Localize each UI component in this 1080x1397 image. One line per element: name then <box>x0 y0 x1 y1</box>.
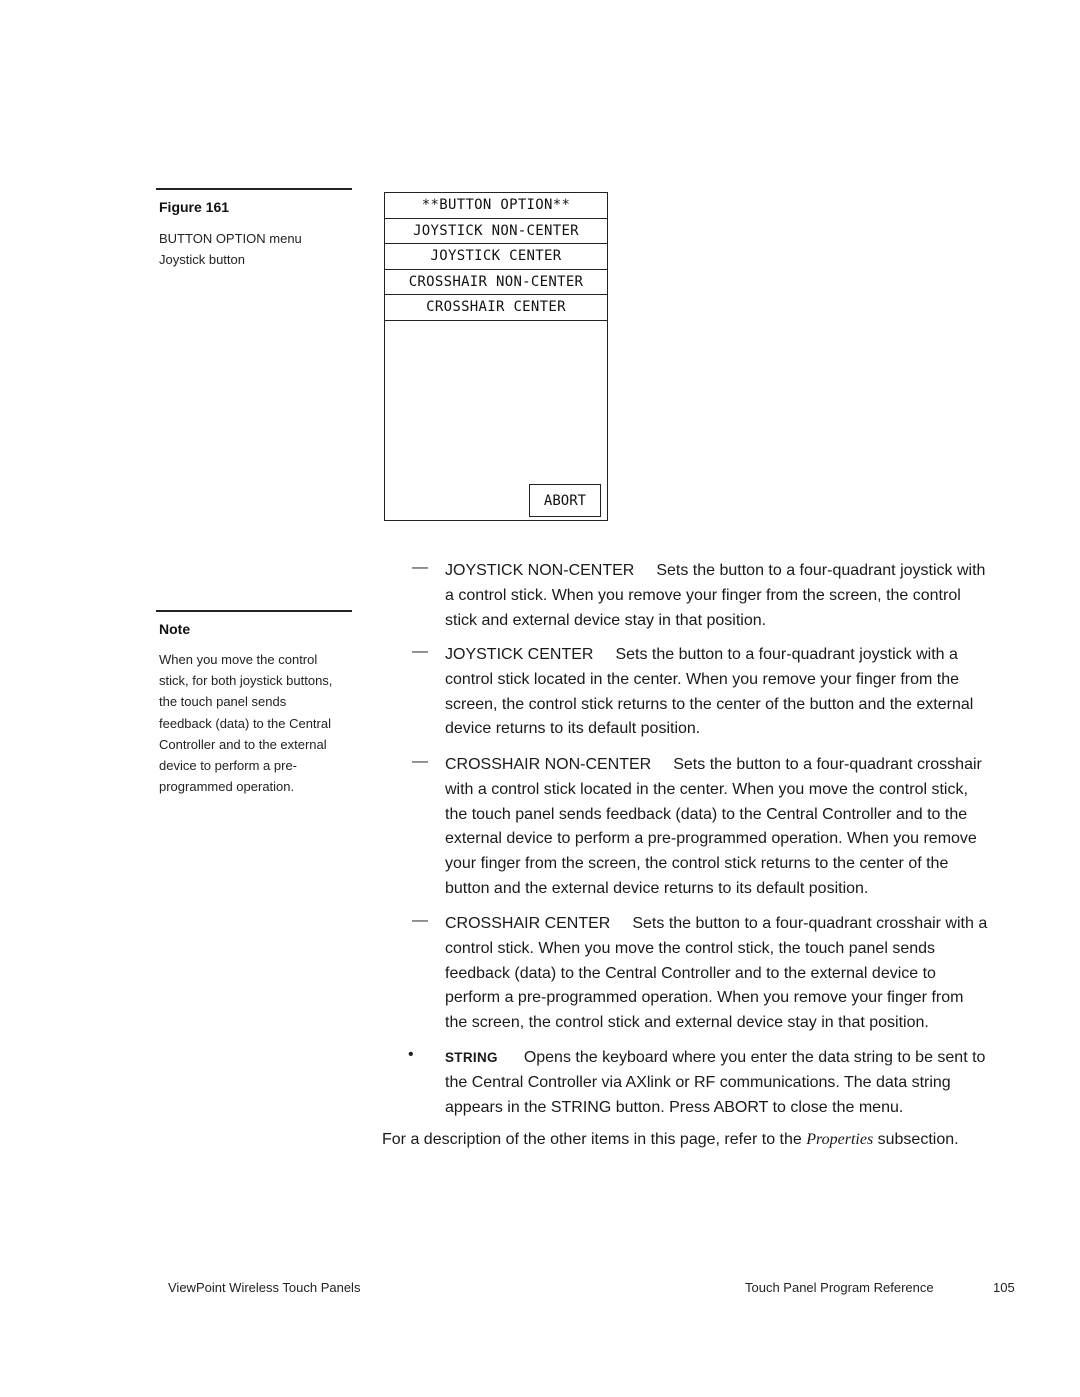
entry-crosshair-non-center: CROSSHAIR NON-CENTER Sets the button to a… <box>445 753 1030 902</box>
entry-line: appears in the STRING button. Press ABOR… <box>445 1098 904 1116</box>
figure-caption-line: BUTTON OPTION menu <box>159 231 302 246</box>
figure-rule <box>156 188 352 190</box>
figure-caption: BUTTON OPTION menu Joystick button <box>159 228 354 270</box>
note-heading: Note <box>159 621 191 637</box>
footer-right: Touch Panel Program Reference <box>745 1280 934 1295</box>
entry-line: control stick located in the center. Whe… <box>445 670 960 688</box>
entry-line: the touch panel sends feedback (data) to… <box>445 805 968 823</box>
dash-marker: — <box>412 559 428 576</box>
page-number: 105 <box>993 1280 1015 1295</box>
crosshair-non-center-button[interactable]: CROSSHAIR NON-CENTER <box>385 270 607 295</box>
entry-line: Sets the button to a four-quadrant cross… <box>632 915 988 932</box>
entry-line: the screen, the control stick and extern… <box>445 1014 929 1032</box>
entry-line: control stick. When you move the control… <box>445 939 936 957</box>
joystick-center-button[interactable]: JOYSTICK CENTER <box>385 244 607 270</box>
entry-line: button and the external device returns t… <box>445 879 869 897</box>
entry-line: a control stick. When you remove your fi… <box>445 586 961 604</box>
entry-line: feedback (data) to the Central Controlle… <box>445 964 936 982</box>
dash-marker: — <box>412 753 428 770</box>
figure-caption-line: Joystick button <box>159 252 245 268</box>
closing-paragraph: For a description of the other items in … <box>382 1131 959 1149</box>
entry-line: your finger from the screen, the control… <box>445 855 949 873</box>
joystick-non-center-button[interactable]: JOYSTICK NON-CENTER <box>385 219 607 244</box>
entry-line: external device to perform a pre-program… <box>445 830 977 848</box>
closing-text: subsection. <box>873 1131 959 1148</box>
properties-reference: Properties <box>806 1131 874 1148</box>
entry-line: Sets the button to a four-quadrant joyst… <box>615 646 958 663</box>
closing-text: For a description of the other items in … <box>382 1131 807 1148</box>
footer-left: ViewPoint Wireless Touch Panels <box>168 1280 361 1295</box>
note-line: Controller and to the external <box>159 736 327 752</box>
note-line: device to perform a pre- <box>159 758 298 774</box>
entry-line: Sets the button to a four-quadrant joyst… <box>656 562 986 579</box>
note-line: stick, for both joystick buttons, <box>159 673 333 689</box>
note-line: When you move the control <box>159 652 318 667</box>
dash-marker: — <box>412 643 428 660</box>
bullet-marker: • <box>408 1046 414 1063</box>
menu-title: **BUTTON OPTION** <box>385 193 607 219</box>
entry-term: STRING <box>445 1050 498 1065</box>
note-rule <box>156 610 352 612</box>
abort-button[interactable]: ABORT <box>529 484 601 517</box>
entry-term: JOYSTICK CENTER <box>445 646 594 663</box>
note-line: the touch panel sends <box>159 694 287 710</box>
entry-line: screen, the control stick returns to the… <box>445 695 974 713</box>
note-body: When you move the control stick, for bot… <box>159 649 354 797</box>
entry-line: Sets the button to a four-quadrant cross… <box>673 756 982 773</box>
entry-term: CROSSHAIR NON-CENTER <box>445 756 652 773</box>
note-line: programmed operation. <box>159 779 295 795</box>
note-line: feedback (data) to the Central <box>159 715 331 731</box>
entry-term: JOYSTICK NON-CENTER <box>445 562 635 579</box>
figure-label: Figure 161 <box>159 199 230 215</box>
button-option-menu: **BUTTON OPTION** JOYSTICK NON-CENTER JO… <box>384 192 608 521</box>
entry-string: STRING Opens the keyboard where you enter… <box>445 1046 1030 1120</box>
entry-crosshair-center: CROSSHAIR CENTER Sets the button to a fou… <box>445 912 1030 1036</box>
entry-line: with a control stick located in the cent… <box>445 780 968 798</box>
dash-marker: — <box>412 912 428 929</box>
crosshair-center-button[interactable]: CROSSHAIR CENTER <box>385 295 607 321</box>
entry-line: stick and external device stay in that p… <box>445 611 767 629</box>
entry-line: Opens the keyboard where you enter the d… <box>523 1049 986 1066</box>
entry-joystick-center: JOYSTICK CENTER Sets the button to a four… <box>445 643 1030 742</box>
entry-term: CROSSHAIR CENTER <box>445 915 611 932</box>
entry-line: device returns to its default position. <box>445 720 701 738</box>
entry-line: perform a pre-programmed operation. When… <box>445 989 964 1007</box>
entry-line: the Central Controller via AXlink or RF … <box>445 1073 951 1091</box>
entry-joystick-non-center: JOYSTICK NON-CENTER Sets the button to a … <box>445 559 1030 633</box>
